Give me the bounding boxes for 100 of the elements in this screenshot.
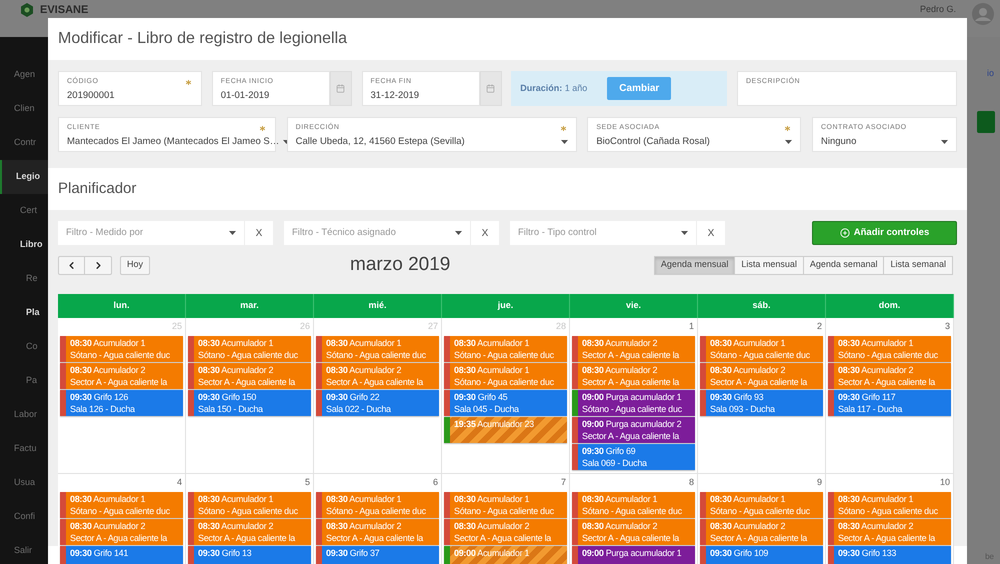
calendar-event[interactable]: 09:30 Grifo 133 [828, 546, 951, 564]
sidebar-item[interactable]: Pla [0, 296, 48, 330]
next-button[interactable] [85, 256, 112, 274]
event-heading: 09:30 Grifo 126 [70, 391, 130, 403]
calendar-event[interactable]: 08:30 Acumulador 1 Sótano - Agua caliente duc [572, 492, 695, 518]
calendar-event[interactable]: 08:30 Acumulador 1 Sótano - Agua caliente duc [700, 492, 823, 518]
view-tab[interactable]: Lista mensual [734, 256, 804, 274]
event-heading: 09:30 Grifo 22 [326, 391, 380, 403]
calendar-event[interactable]: 08:30 Acumulador 1 Sótano - Agua caliente duc [316, 336, 439, 362]
calendar-event[interactable]: 09:30 Grifo 13 [188, 546, 311, 564]
calendar-event[interactable]: 08:30 Acumulador 1 Sótano - Agua caliente duc [188, 336, 311, 362]
sidebar-item[interactable]: Pa [0, 364, 48, 398]
calendar-event[interactable]: 08:30 Acumulador 2 Sector A - Agua caliente la [572, 519, 695, 545]
calendar-event[interactable]: 09:30 Grifo 37 [316, 546, 439, 564]
calendar-event[interactable]: 08:30 Acumulador 2 Sector A - Agua caliente la [444, 519, 567, 545]
calendar-event[interactable]: 08:30 Acumulador 2 Sector A - Agua caliente la [60, 363, 183, 389]
calendar-button[interactable] [480, 71, 502, 106]
event-heading: 08:30 Acumulador 2 [454, 520, 530, 532]
calendar-event[interactable]: 08:30 Acumulador 1 Sótano - Agua caliente duc [444, 363, 567, 389]
event-location: Sótano - Agua caliente duc [454, 349, 554, 361]
calendar-event[interactable]: 08:30 Acumulador 1 Sótano - Agua caliente duc [828, 336, 951, 362]
sidebar-item[interactable]: Re [0, 262, 48, 296]
calendar-event[interactable]: 08:30 Acumulador 2 Sector A - Agua caliente la [700, 519, 823, 545]
calendar-event[interactable]: 09:30 Grifo 150 Sala 150 - Ducha [188, 390, 311, 416]
view-tab[interactable]: Agenda mensual [654, 256, 736, 274]
add-controls-button[interactable]: Añadir controles [812, 221, 957, 245]
calendar-event[interactable]: 08:30 Acumulador 1 Sótano - Agua caliente duc [444, 336, 567, 362]
sidebar-item[interactable]: Libro [0, 228, 48, 262]
calendar-event[interactable]: 09:30 Grifo 69 Sala 069 - Ducha [572, 444, 695, 470]
change-button[interactable]: Cambiar [607, 77, 672, 100]
section-title: Planificador [57, 178, 138, 199]
event-heading: 08:30 Acumulador 1 [198, 337, 274, 349]
avatar-icon[interactable] [972, 3, 994, 25]
calendar-event[interactable]: 08:30 Acumulador 1 Sótano - Agua caliente duc [700, 336, 823, 362]
sidebar-item[interactable]: Agen [0, 58, 48, 92]
calendar-event[interactable]: 08:30 Acumulador 1 Sótano - Agua caliente duc [828, 492, 951, 518]
calendar-event[interactable]: 08:30 Acumulador 2 Sector A - Agua caliente la [828, 363, 951, 389]
side-link[interactable]: io [986, 67, 994, 80]
calendar-event[interactable]: 09:30 Grifo 93 Sala 093 - Ducha [700, 390, 823, 416]
calendar-event[interactable]: 09:00 Purga acumulador 1 Sótano - Agua caliente duc [572, 390, 695, 416]
calendar-event[interactable]: 08:30 Acumulador 2 Sector A - Agua caliente la [60, 519, 183, 545]
today-button[interactable]: Hoy [120, 256, 150, 274]
calendar-event[interactable]: 08:30 Acumulador 2 Sector A - Agua caliente la [316, 519, 439, 545]
sidebar-item[interactable]: Confi [0, 500, 48, 534]
calendar-event[interactable]: 19:35 Acumulador 23 [444, 417, 567, 443]
sidebar-item[interactable]: Contr [0, 126, 48, 160]
calendar-event[interactable]: 08:30 Acumulador 1 Sótano - Agua caliente duc [188, 492, 311, 518]
calendar-event[interactable]: 08:30 Acumulador 1 Sótano - Agua caliente duc [60, 336, 183, 362]
event-heading: 09:30 Grifo 117 [838, 391, 896, 403]
calendar-event[interactable]: 09:30 Grifo 45 Sala 045 - Ducha [444, 390, 567, 416]
calendar-event[interactable]: 08:30 Acumulador 2 Sector A - Agua caliente la [316, 363, 439, 389]
calendar-event[interactable]: 09:30 Grifo 141 [60, 546, 183, 564]
event-heading: 08:30 Acumulador 1 [710, 337, 786, 349]
day-number: 5 [304, 476, 310, 490]
view-tab[interactable]: Lista semanal [883, 256, 953, 274]
sidebar-item[interactable]: Salir [0, 534, 48, 564]
sidebar-item[interactable]: Legio [0, 160, 48, 194]
sidebar-item[interactable]: Co [0, 330, 48, 364]
event-location: Sótano - Agua caliente duc [70, 505, 170, 517]
view-tab[interactable]: Agenda semanal [802, 256, 884, 274]
filter-select[interactable]: Filtro - Tipo control [510, 221, 697, 245]
plus-circle-icon [840, 228, 850, 238]
calendar-event[interactable]: 09:00 Purga acumulador 1 [572, 546, 695, 564]
calendar-event[interactable]: 08:30 Acumulador 2 Sector A - Agua caliente la [572, 363, 695, 389]
calendar-event[interactable]: 09:30 Grifo 117 Sala 117 - Ducha [828, 390, 951, 416]
calendar-event[interactable]: 08:30 Acumulador 2 Sector A - Agua caliente la [572, 336, 695, 362]
calendar-event[interactable]: 08:30 Acumulador 1 Sótano - Agua caliente duc [60, 492, 183, 518]
sidebar-item[interactable]: Cert [0, 194, 48, 228]
user-name: Pedro G. [920, 3, 956, 15]
caret-icon [681, 231, 688, 235]
day-number: 2 [816, 320, 822, 334]
clear-button[interactable]: X [471, 221, 499, 245]
calendar-event[interactable]: 08:30 Acumulador 2 Sector A - Agua caliente la [700, 363, 823, 389]
event-heading: 08:30 Acumulador 2 [582, 364, 658, 376]
previous-button[interactable] [58, 256, 85, 274]
calendar-event[interactable]: 08:30 Acumulador 1 Sótano - Agua caliente duc [444, 492, 567, 518]
event-heading: 09:30 Grifo 69 [582, 445, 636, 457]
modal-title: Modificar - Libro de registro de legionella [57, 29, 348, 49]
calendar-event[interactable]: 09:30 Grifo 126 Sala 126 - Ducha [60, 390, 183, 416]
clear-button[interactable]: X [245, 221, 273, 245]
sidebar-item[interactable]: Usua [0, 466, 48, 500]
calendar-event[interactable]: 08:30 Acumulador 2 Sector A - Agua caliente la [188, 519, 311, 545]
calendar-event[interactable]: 08:30 Acumulador 1 Sótano - Agua caliente duc [316, 492, 439, 518]
sidebar-item[interactable]: Clien [0, 92, 48, 126]
event-location: Sala 117 - Ducha [838, 403, 902, 415]
calendar-button[interactable] [330, 71, 352, 106]
filter-select[interactable]: Filtro - Medido por [58, 221, 245, 245]
calendar-event[interactable]: 09:00 Purga acumulador 2 Sector A - Agua caliente la [572, 417, 695, 443]
filter-select[interactable]: Filtro - Técnico asignado [284, 221, 471, 245]
calendar-event[interactable]: 09:00 Acumulador 1 [444, 546, 567, 564]
sidebar-item[interactable]: Labor [0, 398, 48, 432]
action-button[interactable] [977, 110, 995, 132]
sidebar-item[interactable]: Factu [0, 432, 48, 466]
calendar-event[interactable]: 08:30 Acumulador 2 Sector A - Agua caliente la [188, 363, 311, 389]
calendar-event[interactable]: 09:30 Grifo 109 [700, 546, 823, 564]
event-location: Sector A - Agua caliente la [70, 376, 167, 388]
event-location: Sótano - Agua caliente duc [582, 505, 682, 517]
calendar-event[interactable]: 08:30 Acumulador 2 Sector A - Agua caliente la [828, 519, 951, 545]
clear-button[interactable]: X [697, 221, 725, 245]
calendar-event[interactable]: 09:30 Grifo 22 Sala 022 - Ducha [316, 390, 439, 416]
